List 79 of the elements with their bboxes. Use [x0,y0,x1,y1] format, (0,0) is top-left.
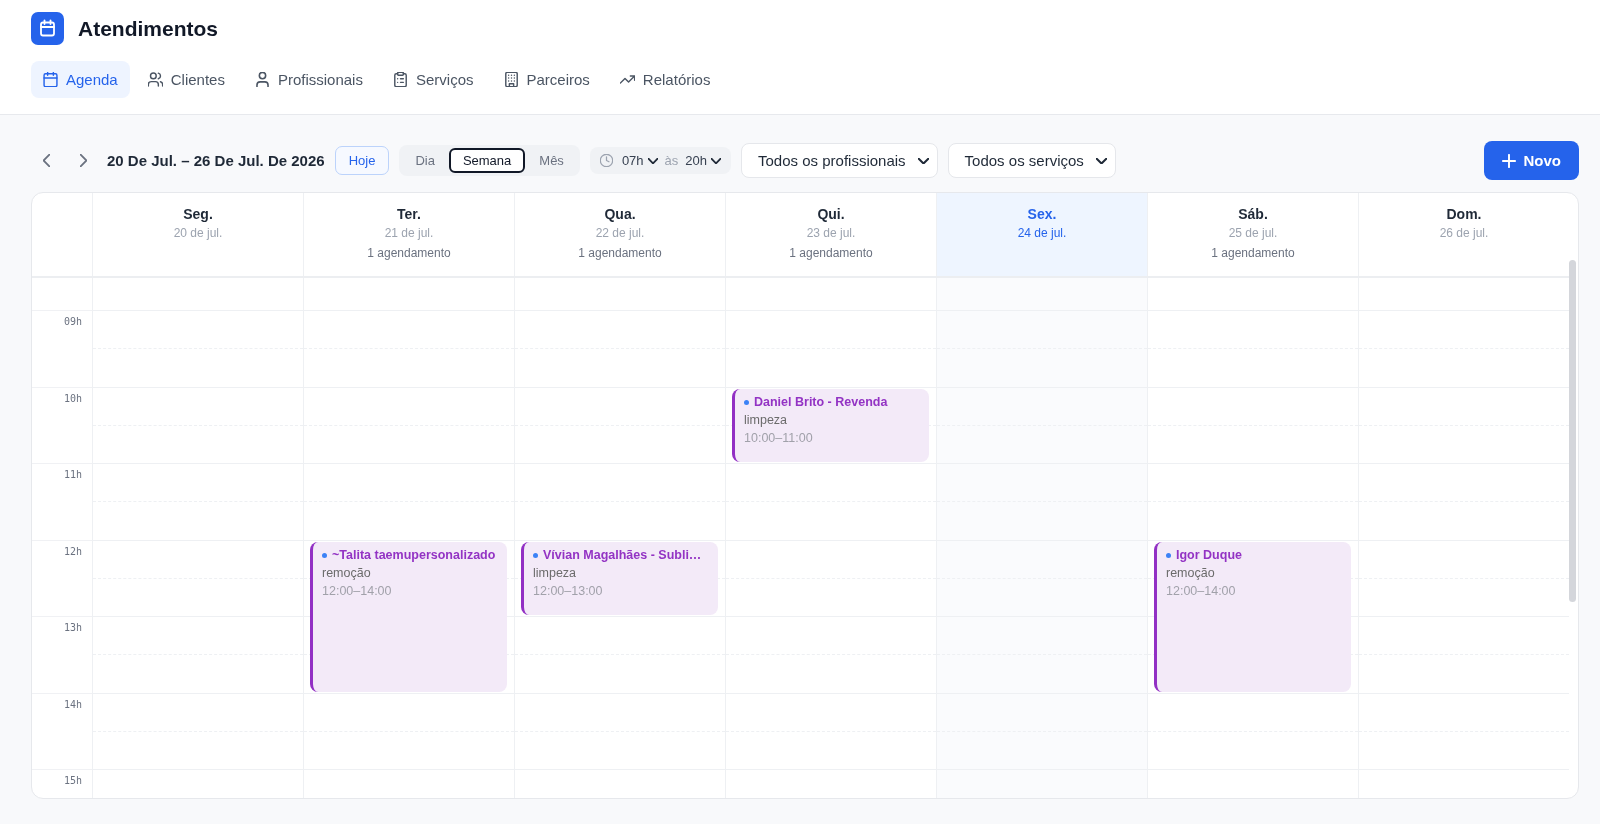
time-separator-label: às [664,153,679,168]
filter-select[interactable]: Todos os serviços [947,143,1116,178]
plus-icon [1501,153,1516,168]
nav-tab[interactable]: Agenda [31,61,130,98]
end-hour-select[interactable]: 20h [685,153,721,168]
day-date: 20 de jul. [173,225,223,242]
status-dot-icon [533,552,538,558]
day-date: 23 de jul. [806,225,856,242]
start-hour-select[interactable]: 07h [621,153,658,168]
appointment-time: 12:00–13:00 [533,582,603,600]
appointment-time: 12:00–14:00 [1166,582,1236,600]
chevron-down-icon [647,157,658,164]
view-tab[interactable]: Dia [401,148,449,173]
hour-label: 10h [63,392,82,404]
page-title: Atendimentos [78,16,218,41]
chevron-right-icon [79,154,87,167]
status-dot-icon [322,552,327,558]
appointment-count: 1 agendamento [578,245,662,262]
clipboard-icon [392,72,408,87]
day-date: 26 de jul. [1439,225,1489,242]
hour-label: 15h [63,775,82,786]
users-icon [147,72,163,87]
appointment-card[interactable]: Igor Duque remoção 12:00–14:00 [1154,541,1351,692]
hour-label: 11h [63,469,82,480]
appointment-service: remoção [322,564,371,582]
calendar-logo-icon [31,12,64,45]
day-name: Sex. [1027,205,1057,224]
view-tab[interactable]: Semana [448,148,526,173]
hour-label: 13h [63,622,82,633]
chevron-left-icon [42,154,50,167]
appointment-title: Vívian Magalhães - Subli… [543,546,702,564]
appointment-card[interactable]: Daniel Brito - Revenda limpeza 10:00–11:00 [732,388,929,462]
view-tab[interactable]: Mês [525,148,578,173]
nav-tab[interactable]: Serviços [380,61,486,98]
filter-select[interactable]: Todos os profissionais [741,143,938,178]
scrollbar-thumb[interactable] [1569,260,1576,602]
appointment-time: 10:00–11:00 [744,429,813,447]
chevron-down-icon [917,157,929,164]
hour-label: 09h [63,316,82,327]
chevron-down-icon [1095,157,1107,164]
nav-tab[interactable]: Relatórios [607,61,723,98]
appointment-title: ~Talita taemupersonalizado [332,546,496,564]
day-name: Qui. [817,205,845,224]
nav-tab[interactable]: Profissionais [242,61,375,98]
hour-label: 12h [63,545,82,557]
day-name: Ter. [397,205,421,224]
status-dot-icon [1166,552,1171,558]
day-name: Sáb. [1238,205,1268,224]
appointment-count: 1 agendamento [1211,245,1295,262]
day-name: Qua. [604,205,636,224]
chevron-down-icon [711,157,721,164]
nav-tab[interactable]: Parceiros [491,61,602,98]
appointment-card[interactable]: ~Talita taemupersonalizado remoção 12:00–14:00 [310,541,507,692]
day-date: 21 de jul. [384,225,434,242]
today-button[interactable]: Hoje [334,146,390,175]
appointment-title: Daniel Brito - Revenda [754,393,888,411]
date-range-label: 20 De Jul. – 26 De Jul. De 2026 [107,152,325,169]
user-icon [254,72,270,87]
clock-icon [599,154,613,167]
calendar-icon [43,72,58,87]
day-name: Dom. [1446,205,1482,224]
appointment-card[interactable]: Vívian Magalhães - Subli… limpeza 12:00–13:00 [521,541,718,615]
trend-up-icon [619,72,635,87]
day-date: 24 de jul. [1017,225,1067,242]
appointment-title: Igor Duque [1176,546,1242,564]
new-appointment-button[interactable]: Novo [1483,141,1579,180]
day-date: 25 de jul. [1228,225,1278,242]
status-dot-icon [744,399,749,405]
day-name: Seg. [183,205,213,224]
day-date: 22 de jul. [595,225,645,242]
appointment-count: 1 agendamento [789,245,873,262]
appointment-time: 12:00–14:00 [322,582,392,600]
appointment-service: limpeza [533,564,577,582]
nav-tab[interactable]: Clientes [135,61,237,98]
appointment-count: 1 agendamento [367,245,451,262]
appointment-service: limpeza [744,411,788,429]
hour-label: 14h [63,698,82,710]
appointment-service: remoção [1166,564,1215,582]
building-icon [503,72,519,87]
